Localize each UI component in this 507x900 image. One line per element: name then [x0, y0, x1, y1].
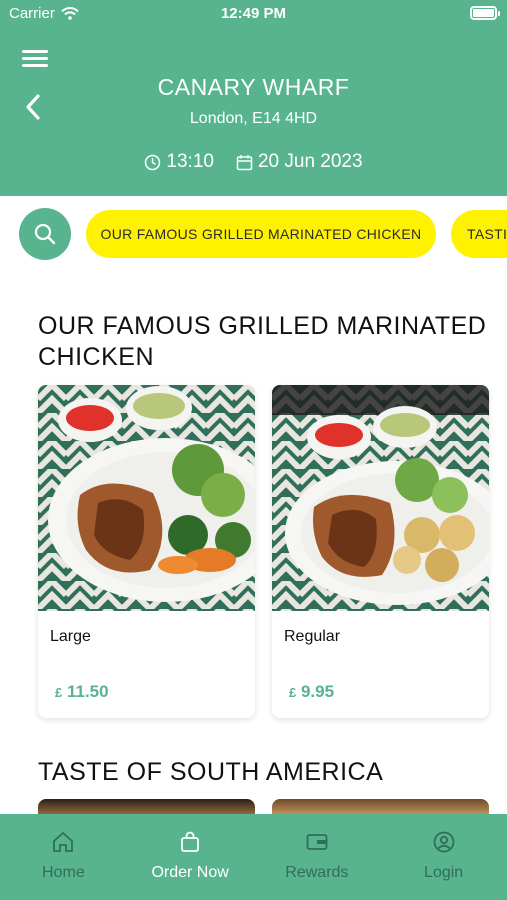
card-icon — [306, 834, 328, 850]
search-icon — [34, 223, 56, 245]
section-title: OUR FAMOUS GRILLED MARINATED CHICKEN — [38, 312, 487, 371]
tab-label: Rewards — [285, 864, 349, 881]
product-card-large[interactable]: Large £ 11.50 — [38, 385, 255, 718]
order-datetime[interactable]: 13:10 20 Jun 2023 — [0, 151, 507, 173]
status-time: 12:49 PM — [220, 5, 287, 22]
tab-label: Home — [42, 864, 85, 881]
currency-symbol: £ — [289, 685, 297, 700]
product-image — [38, 385, 255, 611]
calendar-icon — [236, 154, 253, 170]
category-pill-grilled-chicken[interactable]: OUR FAMOUS GRILLED MARINATED CHICKEN — [86, 210, 436, 258]
order-time: 13:10 — [166, 151, 214, 172]
user-icon — [433, 831, 455, 853]
price-value: 9.95 — [300, 682, 335, 701]
price-value: 11.50 — [66, 682, 109, 701]
search-button[interactable] — [19, 208, 71, 260]
product-card-regular[interactable]: Regular £ 9.95 — [272, 385, 489, 718]
clock-icon — [145, 154, 161, 170]
tab-order-now[interactable]: Order Now — [127, 814, 254, 900]
product-name: Large — [50, 628, 91, 645]
category-bar: OUR FAMOUS GRILLED MARINATED CHICKEN TAS… — [0, 196, 507, 272]
product-name: Regular — [284, 628, 341, 645]
time-selector[interactable]: 13:10 — [144, 151, 214, 173]
store-name: CANARY WHARF — [157, 74, 350, 100]
store-address: London, E14 4HD — [189, 110, 318, 127]
product-price: £ 9.95 — [289, 682, 334, 702]
tab-bar: Home Order Now Rewards Login — [0, 814, 507, 900]
hamburger-icon[interactable] — [22, 50, 48, 70]
category-pill-south-america[interactable]: TASTI — [451, 210, 507, 258]
date-selector[interactable]: 20 Jun 2023 — [236, 151, 363, 173]
currency-symbol: £ — [55, 685, 63, 700]
tab-label: Order Now — [151, 864, 229, 881]
tab-home[interactable]: Home — [0, 814, 127, 900]
tab-login[interactable]: Login — [380, 814, 507, 900]
battery-icon — [470, 6, 500, 20]
product-price: £ 11.50 — [55, 682, 109, 702]
home-icon — [53, 832, 74, 852]
section-title: TASTE OF SOUTH AMERICA — [38, 758, 384, 786]
header: Carrier 12:49 PM CANARY WHARF London, E1… — [0, 0, 507, 196]
bag-icon — [181, 831, 200, 852]
product-image — [272, 385, 489, 611]
tab-label: Login — [424, 864, 464, 881]
tab-rewards[interactable]: Rewards — [254, 814, 381, 900]
order-date: 20 Jun 2023 — [257, 151, 363, 172]
status-bar: Carrier 12:49 PM — [0, 0, 507, 28]
